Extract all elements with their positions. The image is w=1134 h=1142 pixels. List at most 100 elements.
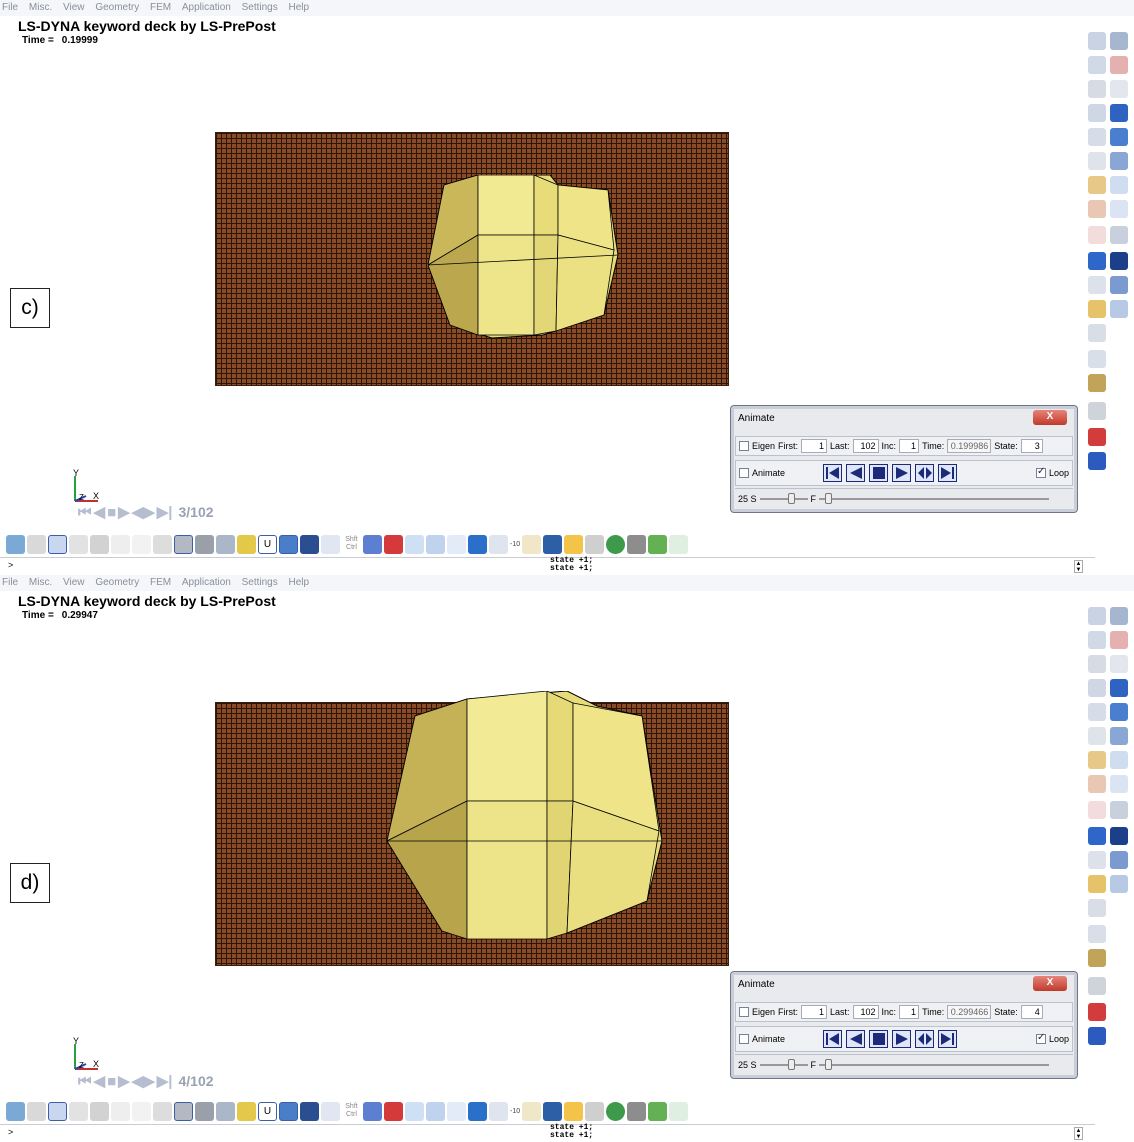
- tool-icon[interactable]: [1110, 252, 1128, 270]
- tool-icon[interactable]: [1088, 1027, 1106, 1045]
- axes-icon[interactable]: [522, 534, 542, 554]
- shift-ctrl-icon[interactable]: Shft Ctrl: [342, 1102, 361, 1121]
- shade-icon[interactable]: [48, 1101, 67, 1121]
- fringe-icon[interactable]: [237, 534, 256, 554]
- feature-line-icon[interactable]: [90, 534, 109, 554]
- point-icon[interactable]: [153, 534, 172, 554]
- tool-icon[interactable]: [1088, 176, 1106, 194]
- view-cube-icon[interactable]: [279, 1101, 298, 1121]
- tool-icon[interactable]: [1088, 104, 1106, 122]
- tool-icon[interactable]: [1110, 851, 1128, 869]
- tool-icon[interactable]: [1088, 452, 1106, 470]
- scroll-spinner[interactable]: ▲ ▼: [1074, 1127, 1083, 1140]
- pick-icon[interactable]: [363, 534, 382, 554]
- settings-gear-icon[interactable]: [648, 534, 668, 554]
- last-frame-button[interactable]: [938, 464, 957, 482]
- tool-icon[interactable]: [1110, 655, 1128, 673]
- tool-icon[interactable]: [1110, 703, 1128, 721]
- rotate-icon[interactable]: [447, 1101, 466, 1121]
- tool-icon[interactable]: [1110, 801, 1128, 819]
- u-button[interactable]: U: [258, 534, 277, 554]
- tool-icon[interactable]: [1088, 374, 1106, 392]
- lightning-icon[interactable]: [564, 1101, 584, 1121]
- tool-icon[interactable]: [1110, 56, 1128, 74]
- menu-help[interactable]: Help: [289, 0, 310, 16]
- checker-icon[interactable]: [585, 534, 605, 554]
- iso-view-icon[interactable]: [321, 534, 340, 554]
- tool-icon[interactable]: [1088, 276, 1106, 294]
- menu-view[interactable]: View: [63, 575, 85, 591]
- solid-icon[interactable]: [174, 534, 193, 554]
- tool-icon[interactable]: [1088, 679, 1106, 697]
- tool-icon[interactable]: [1110, 128, 1128, 146]
- tool-icon[interactable]: [1088, 607, 1106, 625]
- add-icon[interactable]: [384, 1101, 403, 1121]
- cube-icon[interactable]: [489, 1101, 508, 1121]
- tool-icon[interactable]: [1110, 32, 1128, 50]
- first-field[interactable]: 1: [801, 439, 828, 453]
- menu-application[interactable]: Application: [182, 575, 231, 591]
- menu-application[interactable]: Application: [182, 0, 231, 16]
- zoom-window-icon[interactable]: [426, 1101, 445, 1121]
- stop-button[interactable]: [869, 464, 888, 482]
- last-frame-button[interactable]: [938, 1030, 957, 1048]
- loop-checkbox[interactable]: [1035, 466, 1046, 478]
- back-view-icon[interactable]: [300, 1101, 319, 1121]
- scroll-spinner[interactable]: ▲ ▼: [1074, 560, 1083, 573]
- blue-cube-icon[interactable]: [543, 534, 563, 554]
- last-field[interactable]: 102: [852, 1005, 879, 1019]
- settings-gear-icon[interactable]: [648, 1101, 668, 1121]
- render-icon[interactable]: [6, 534, 25, 554]
- tool-icon[interactable]: [1088, 152, 1106, 170]
- menu-file[interactable]: File: [2, 575, 18, 591]
- first-frame-button[interactable]: [823, 1030, 842, 1048]
- tool-icon[interactable]: [1110, 80, 1128, 98]
- stop-icon[interactable]: ■: [107, 1073, 116, 1090]
- tool-icon[interactable]: [1110, 775, 1128, 793]
- mesh-wire-icon[interactable]: [27, 1101, 46, 1121]
- cube-icon[interactable]: [489, 534, 508, 554]
- axes-icon[interactable]: [522, 1101, 542, 1121]
- stop-icon[interactable]: ■: [107, 504, 116, 521]
- globe-icon[interactable]: [468, 1101, 487, 1121]
- state-field[interactable]: 3: [1020, 439, 1043, 453]
- tool-icon[interactable]: [1088, 428, 1106, 446]
- play-button[interactable]: [892, 1030, 911, 1048]
- close-button[interactable]: X: [1033, 410, 1067, 425]
- tool-icon[interactable]: [1110, 727, 1128, 745]
- tool-icon[interactable]: [1088, 751, 1106, 769]
- tool-icon[interactable]: [1088, 200, 1106, 218]
- graph-icon[interactable]: [669, 1101, 689, 1121]
- tool-icon[interactable]: [1110, 827, 1128, 845]
- menu-view[interactable]: View: [63, 0, 85, 16]
- tool-icon[interactable]: [1110, 607, 1128, 625]
- tool-icon[interactable]: [1110, 104, 1128, 122]
- tool-icon[interactable]: [1088, 56, 1106, 74]
- tool-icon[interactable]: [1088, 324, 1106, 342]
- command-line[interactable]: > state +1; state +1; ▲ ▼: [0, 557, 1095, 575]
- edge-icon[interactable]: [111, 534, 130, 554]
- smooth-icon[interactable]: [195, 534, 214, 554]
- lighting-icon[interactable]: [216, 534, 235, 554]
- tool-icon[interactable]: [1088, 899, 1106, 917]
- shift-ctrl-icon[interactable]: Shft Ctrl: [342, 535, 361, 554]
- bounce-icon[interactable]: ◀▶: [132, 1072, 155, 1090]
- close-button[interactable]: X: [1033, 976, 1067, 991]
- tool-icon[interactable]: [1088, 875, 1106, 893]
- step-back-icon[interactable]: ◀: [94, 503, 106, 521]
- tool-icon[interactable]: [1110, 276, 1128, 294]
- first-frame-button[interactable]: [823, 464, 842, 482]
- tool-icon[interactable]: [1088, 775, 1106, 793]
- play-green-icon[interactable]: [606, 534, 626, 554]
- graph-icon[interactable]: [669, 534, 689, 554]
- shade-icon[interactable]: [48, 534, 67, 554]
- first-frame-icon[interactable]: ⏮: [78, 1073, 92, 1090]
- step-back-icon[interactable]: ◀: [94, 1072, 106, 1090]
- back-view-icon[interactable]: [300, 534, 319, 554]
- menu-fem[interactable]: FEM: [150, 575, 171, 591]
- zoom-in-icon[interactable]: [405, 1101, 424, 1121]
- solid-icon[interactable]: [174, 1101, 193, 1121]
- command-line[interactable]: > state +1; state +1; ▲ ▼: [0, 1124, 1095, 1142]
- bounce-button[interactable]: [915, 1030, 934, 1048]
- first-field[interactable]: 1: [801, 1005, 828, 1019]
